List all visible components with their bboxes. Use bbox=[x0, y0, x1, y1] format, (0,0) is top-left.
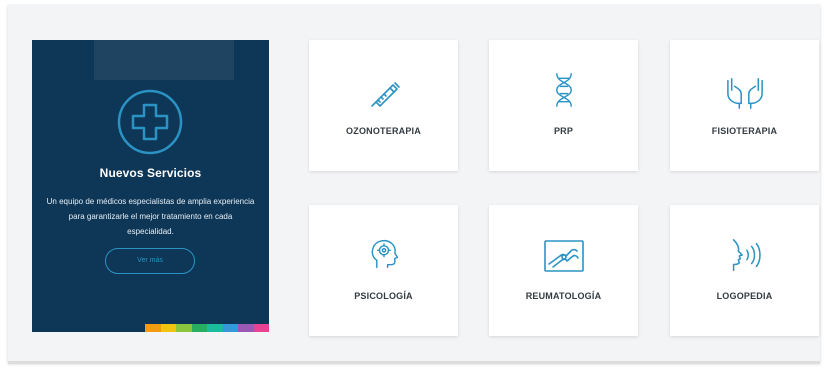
dna-icon bbox=[555, 73, 572, 107]
service-label: LOGOPEDIA bbox=[716, 291, 773, 301]
service-label: FISIOTERAPIA bbox=[711, 126, 778, 136]
service-tile-ozonoterapia[interactable]: OZONOTERAPIA bbox=[309, 40, 458, 171]
color-stripe bbox=[207, 324, 223, 332]
service-tile-psicologia[interactable]: PSICOLOGÍA bbox=[309, 205, 458, 336]
color-stripe bbox=[145, 324, 161, 332]
service-label: OZONOTERAPIA bbox=[346, 126, 421, 136]
faded-background-block bbox=[94, 40, 234, 80]
color-stripe bbox=[160, 324, 176, 332]
promo-description: Un equipo de médicos especialistas de am… bbox=[46, 197, 255, 236]
service-tile-fisioterapia[interactable]: FISIOTERAPIA bbox=[670, 40, 819, 171]
section-divider bbox=[8, 361, 820, 364]
see-more-button[interactable]: Ver más bbox=[105, 248, 195, 274]
color-stripe-bar bbox=[145, 324, 269, 332]
new-services-card: Nuevos Servicios Un equipo de médicos es… bbox=[32, 40, 269, 332]
color-stripe bbox=[191, 324, 207, 332]
plus-cross-icon bbox=[117, 89, 183, 155]
head-gear-icon bbox=[371, 239, 398, 269]
color-stripe bbox=[222, 324, 238, 332]
service-tile-reumatologia[interactable]: REUMATOLOGÍA bbox=[489, 205, 638, 336]
color-stripe bbox=[176, 324, 192, 332]
service-tile-logopedia[interactable]: LOGOPEDIA bbox=[670, 205, 819, 336]
service-label: REUMATOLOGÍA bbox=[525, 291, 602, 301]
promo-title: Nuevos Servicios bbox=[99, 166, 202, 180]
color-stripe bbox=[238, 324, 254, 332]
service-label: PRP bbox=[553, 126, 574, 136]
color-stripe bbox=[253, 324, 269, 332]
service-label: PSICOLOGÍA bbox=[354, 291, 413, 301]
xray-joint-icon bbox=[543, 240, 584, 272]
syringe-icon bbox=[370, 82, 400, 107]
speech-face-icon bbox=[732, 239, 761, 271]
service-tile-prp[interactable]: PRP bbox=[489, 40, 638, 171]
hands-icon bbox=[726, 77, 763, 109]
